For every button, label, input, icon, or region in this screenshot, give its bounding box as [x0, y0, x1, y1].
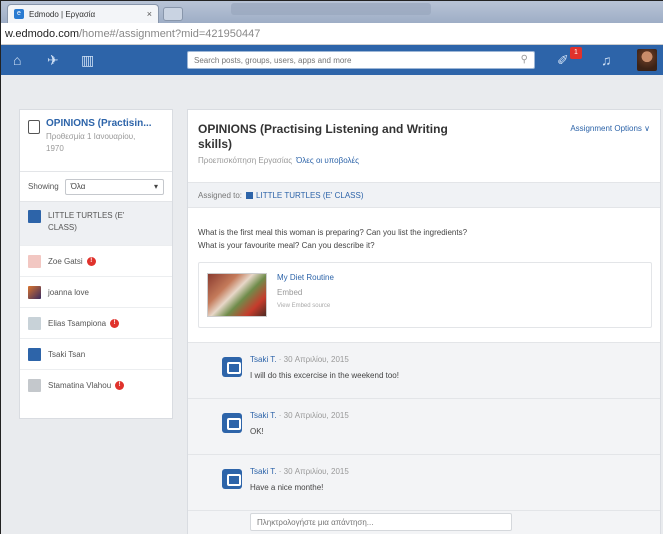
address-bar[interactable]: w.edmodo.com/home#/assignment?mid=421950…	[1, 23, 663, 45]
comment-text: Have a nice monthe!	[250, 483, 324, 492]
due-date-line2: 1970	[46, 144, 64, 153]
commenter-avatar[interactable]	[222, 413, 242, 433]
due-date-line1: Προθεσμία 1 Ιανουαρίου,	[46, 132, 136, 141]
student-avatar	[28, 379, 41, 392]
sidebar-item-student[interactable]: Tsaki Tsan	[20, 339, 172, 370]
url-path: /home#/assignment?mid=421950447	[78, 27, 261, 40]
comment-author[interactable]: Tsaki T.	[250, 467, 277, 476]
assigned-group-link[interactable]: LITTLE TURTLES (E' CLASS)	[246, 190, 364, 200]
assignment-options-menu[interactable]: Assignment Options ∨	[570, 124, 650, 133]
group-color-icon	[246, 191, 254, 199]
comment: Tsaki T. · 30 Απριλίου, 2015 OK!	[188, 399, 660, 455]
sidebar-item-student[interactable]: joanna love	[20, 277, 172, 308]
sidebar-item-group[interactable]: LITTLE TURTLES (E' CLASS)	[20, 202, 172, 246]
assignment-summary[interactable]: OPINIONS (Practisin... Προθεσμία 1 Ιανου…	[20, 110, 172, 172]
comment-author[interactable]: Tsaki T.	[250, 411, 277, 420]
url-host: w.edmodo.com	[5, 27, 79, 40]
assigned-to-bar: Assigned to: LITTLE TURTLES (E' CLASS)	[188, 182, 660, 208]
submissions-sidebar: OPINIONS (Practisin... Προθεσμία 1 Ιανου…	[19, 109, 173, 419]
home-icon[interactable]: ⌂	[13, 52, 21, 68]
tab-title: Edmodo | Εργασία	[29, 9, 96, 19]
commenter-avatar[interactable]	[222, 357, 242, 377]
student-avatar	[28, 254, 41, 268]
embed-attachment[interactable]: My Diet Routine Embed View Embed source	[198, 262, 652, 328]
library-icon[interactable]: ▥	[81, 52, 94, 68]
preview-label: Προεπισκόπηση Εργασίας	[198, 156, 293, 165]
search-icon[interactable]: ⚲	[521, 54, 528, 65]
browser-tab-bar: e Edmodo | Εργασία ×	[1, 1, 663, 23]
tab-close-icon[interactable]: ×	[147, 9, 152, 19]
progress-icon[interactable]: ✈	[47, 52, 59, 68]
student-avatar	[28, 347, 41, 361]
reply-input[interactable]	[250, 513, 512, 531]
assigned-label: Assigned to:	[198, 190, 243, 200]
group-label-line1: LITTLE TURTLES (E'	[48, 211, 125, 220]
assignment-detail: OPINIONS (Practising Listening and Writi…	[187, 109, 661, 534]
showing-label: Showing	[28, 182, 59, 191]
student-name: Elias Tsampiona	[48, 318, 107, 328]
showing-value: Όλα	[70, 182, 86, 191]
comment: Tsaki T. · 30 Απριλίου, 2015 Have a nice…	[188, 455, 660, 511]
dropdown-arrow-icon: ▾	[153, 182, 158, 191]
search-input[interactable]	[188, 52, 508, 68]
comment-date: · 30 Απριλίου, 2015	[278, 355, 349, 364]
sidebar-item-student[interactable]: Stamatina Vlahou !	[20, 370, 172, 401]
student-name: joanna love	[48, 287, 89, 297]
student-avatar	[28, 285, 41, 299]
edmodo-favicon-icon: e	[14, 9, 24, 19]
other-tab-blurred	[231, 3, 431, 15]
top-navigation: ⌂ ✈ ▥ ⚲ ✐ 1 ♫	[1, 45, 663, 75]
commenter-avatar[interactable]	[222, 469, 242, 489]
notification-badge: 1	[570, 47, 582, 59]
all-submissions-link[interactable]: Όλες οι υποβολές	[296, 156, 359, 165]
sidebar-assignment-title: OPINIONS (Practisin...	[46, 118, 152, 129]
student-avatar	[28, 316, 41, 330]
comment: Tsaki T. · 30 Απριλίου, 2015 I will do t…	[188, 343, 660, 399]
sidebar-item-student[interactable]: Zoe Gatsi !	[20, 246, 172, 277]
late-warning-icon: !	[110, 318, 120, 328]
page-title: OPINIONS (Practising Listening and Writi…	[198, 122, 448, 151]
new-tab-button[interactable]	[163, 7, 183, 21]
embed-source-link[interactable]: View Embed source	[277, 303, 330, 309]
question-line: What is your favourite meal? Can you des…	[198, 241, 375, 250]
embed-title-link[interactable]: My Diet Routine	[277, 273, 334, 282]
late-warning-icon: !	[86, 256, 96, 266]
student-name: Tsaki Tsan	[48, 349, 86, 359]
assignment-doc-icon	[28, 120, 40, 134]
comments-section: Tsaki T. · 30 Απριλίου, 2015 I will do t…	[188, 342, 660, 534]
comment-author[interactable]: Tsaki T.	[250, 355, 277, 364]
comment-text: I will do this excercise in the weekend …	[250, 371, 399, 380]
group-color-icon	[28, 210, 41, 223]
group-label-line2: CLASS)	[48, 223, 77, 232]
embed-thumbnail[interactable]	[207, 273, 267, 317]
assignment-subtitle: Προεπισκόπηση Εργασίας Όλες οι υποβολές	[198, 156, 359, 165]
showing-select[interactable]: Όλα ▾	[64, 178, 164, 195]
backpack-icon[interactable]: ✐	[557, 52, 569, 68]
assignment-description: What is the first meal this woman is pre…	[198, 226, 638, 252]
student-name: Stamatina Vlahou	[48, 381, 112, 390]
search-box[interactable]: ⚲	[187, 51, 535, 69]
browser-tab[interactable]: e Edmodo | Εργασία ×	[7, 4, 159, 23]
showing-filter: Showing Όλα ▾	[20, 172, 172, 202]
user-avatar[interactable]	[637, 49, 657, 71]
comment-text: OK!	[250, 427, 264, 436]
late-warning-icon: !	[115, 381, 125, 390]
embed-type: Embed	[277, 288, 303, 297]
comment-date: · 30 Απριλίου, 2015	[278, 411, 349, 420]
student-name: Zoe Gatsi	[48, 256, 83, 266]
bell-icon[interactable]: ♫	[601, 52, 612, 68]
comment-date: · 30 Απριλίου, 2015	[278, 467, 349, 476]
sidebar-item-student[interactable]: Elias Tsampiona !	[20, 308, 172, 339]
assigned-group-name: LITTLE TURTLES (E' CLASS)	[256, 190, 364, 200]
question-line: What is the first meal this woman is pre…	[198, 228, 468, 237]
